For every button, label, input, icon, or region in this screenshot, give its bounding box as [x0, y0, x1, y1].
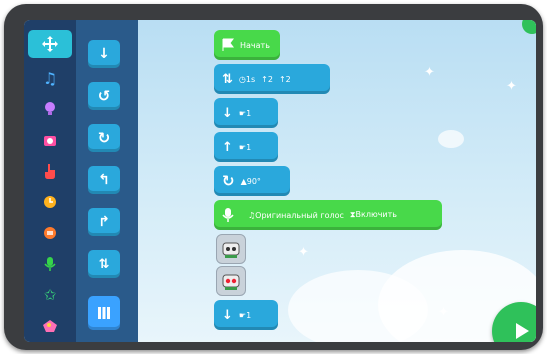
arrow-down-icon: ↓ — [222, 105, 233, 121]
angle-param: ▲90° — [240, 176, 261, 186]
time-param: ◷1s — [238, 74, 256, 84]
turn-right-icon: ↱ — [98, 214, 110, 230]
start-block[interactable]: Начать — [214, 30, 280, 60]
sprite-thumbnail[interactable] — [216, 266, 246, 296]
turn-left-icon: ↰ — [98, 172, 110, 188]
sprite-thumbnail[interactable] — [216, 234, 246, 264]
category-sidebar: ♫ ✩ — [24, 20, 76, 342]
category-camera[interactable] — [28, 126, 72, 154]
palette-rotate-right-block[interactable]: ↻ — [88, 124, 120, 152]
palette-turn-left-block[interactable]: ↰ — [88, 166, 120, 194]
category-voice[interactable] — [28, 250, 72, 278]
palette-pause-block[interactable] — [88, 296, 120, 330]
palette-turn-right-block[interactable]: ↱ — [88, 208, 120, 236]
camera-icon — [44, 136, 56, 146]
star-icon: ✩ — [43, 286, 57, 304]
device-frame: ♫ ✩ ↓ ↺ ↻ ↰ ↱ ⇅ ✦ ✦ ✦ ✦ Начать ⇅ ◷1s ↑2 … — [4, 4, 543, 350]
palette-move-vertical-block[interactable]: ⇅ — [88, 250, 120, 278]
corner-indicator — [522, 20, 536, 34]
microphone-icon — [222, 208, 234, 222]
move-down-block[interactable]: ↓ ☛1 — [214, 300, 278, 330]
script-canvas[interactable]: ✦ ✦ ✦ ✦ Начать ⇅ ◷1s ↑2 ↑2 ↓ ☛1 ↑ ☛1 ↻ ▲… — [138, 20, 536, 342]
sparkle-icon: ✦ — [438, 305, 449, 320]
flag-icon — [222, 38, 234, 51]
microphone-icon — [44, 257, 56, 271]
sparkle-icon: ✦ — [506, 79, 517, 94]
start-label: Начать — [240, 40, 270, 50]
arrow-down-icon: ↓ — [222, 307, 233, 323]
steps-param: ☛1 — [238, 310, 252, 320]
sparkle-icon: ✦ — [298, 245, 309, 260]
robot-sprite-icon — [222, 242, 240, 258]
category-control[interactable] — [28, 188, 72, 216]
palette-move-down-block[interactable]: ↓ — [88, 40, 120, 68]
block-palette: ↓ ↺ ↻ ↰ ↱ ⇅ — [76, 20, 138, 342]
music-note-icon: ♫ — [42, 68, 58, 88]
category-sound[interactable]: ♫ — [28, 64, 72, 92]
move-vertical-icon: ⇅ — [98, 256, 110, 272]
clock-icon — [44, 196, 56, 208]
voice-block[interactable]: ♫Оригинальный голос ⧗Включить — [214, 200, 442, 230]
move-vertical-icon: ⇅ — [222, 71, 233, 87]
arrow-up-icon: ↑ — [222, 139, 233, 155]
rotate-left-icon: ↺ — [97, 87, 111, 105]
hand-pointer-icon — [45, 164, 55, 179]
category-looks[interactable] — [28, 95, 72, 123]
right-param: ↑2 — [278, 74, 291, 84]
palette-rotate-left-block[interactable]: ↺ — [88, 82, 120, 110]
sync-icon — [44, 227, 56, 239]
robot-sprite-icon — [222, 274, 240, 290]
up-param: ↑2 — [261, 74, 273, 84]
sparkle-icon: ✦ — [424, 65, 435, 80]
app-screen: ♫ ✩ ↓ ↺ ↻ ↰ ↱ ⇅ ✦ ✦ ✦ ✦ Начать ⇅ ◷1s ↑2 … — [24, 20, 536, 342]
rotate-block[interactable]: ↻ ▲90° — [214, 166, 290, 196]
background-cloud — [438, 130, 464, 148]
palette-icon — [42, 320, 57, 332]
rotate-right-icon: ↻ — [97, 129, 111, 147]
steps-param: ☛1 — [238, 108, 252, 118]
pause-bars-icon — [98, 307, 110, 319]
move-down-block[interactable]: ↓ ☛1 — [214, 98, 278, 128]
category-motion[interactable] — [28, 30, 72, 58]
category-pen[interactable] — [28, 312, 72, 340]
move-arrows-icon — [42, 36, 58, 52]
lightbulb-icon — [45, 102, 55, 115]
move-up-block[interactable]: ↑ ☛1 — [214, 132, 278, 162]
toggle-param: ⧗Включить — [349, 210, 397, 219]
rotate-right-icon: ↻ — [222, 172, 235, 190]
arrow-down-icon: ↓ — [98, 46, 110, 62]
category-extensions[interactable]: ✩ — [28, 281, 72, 309]
steps-param: ☛1 — [238, 142, 252, 152]
move-block[interactable]: ⇅ ◷1s ↑2 ↑2 — [214, 64, 330, 94]
category-operators[interactable] — [28, 219, 72, 247]
voice-param: ♫Оригинальный голос — [248, 210, 344, 220]
category-events[interactable] — [28, 157, 72, 185]
play-icon — [516, 323, 529, 339]
